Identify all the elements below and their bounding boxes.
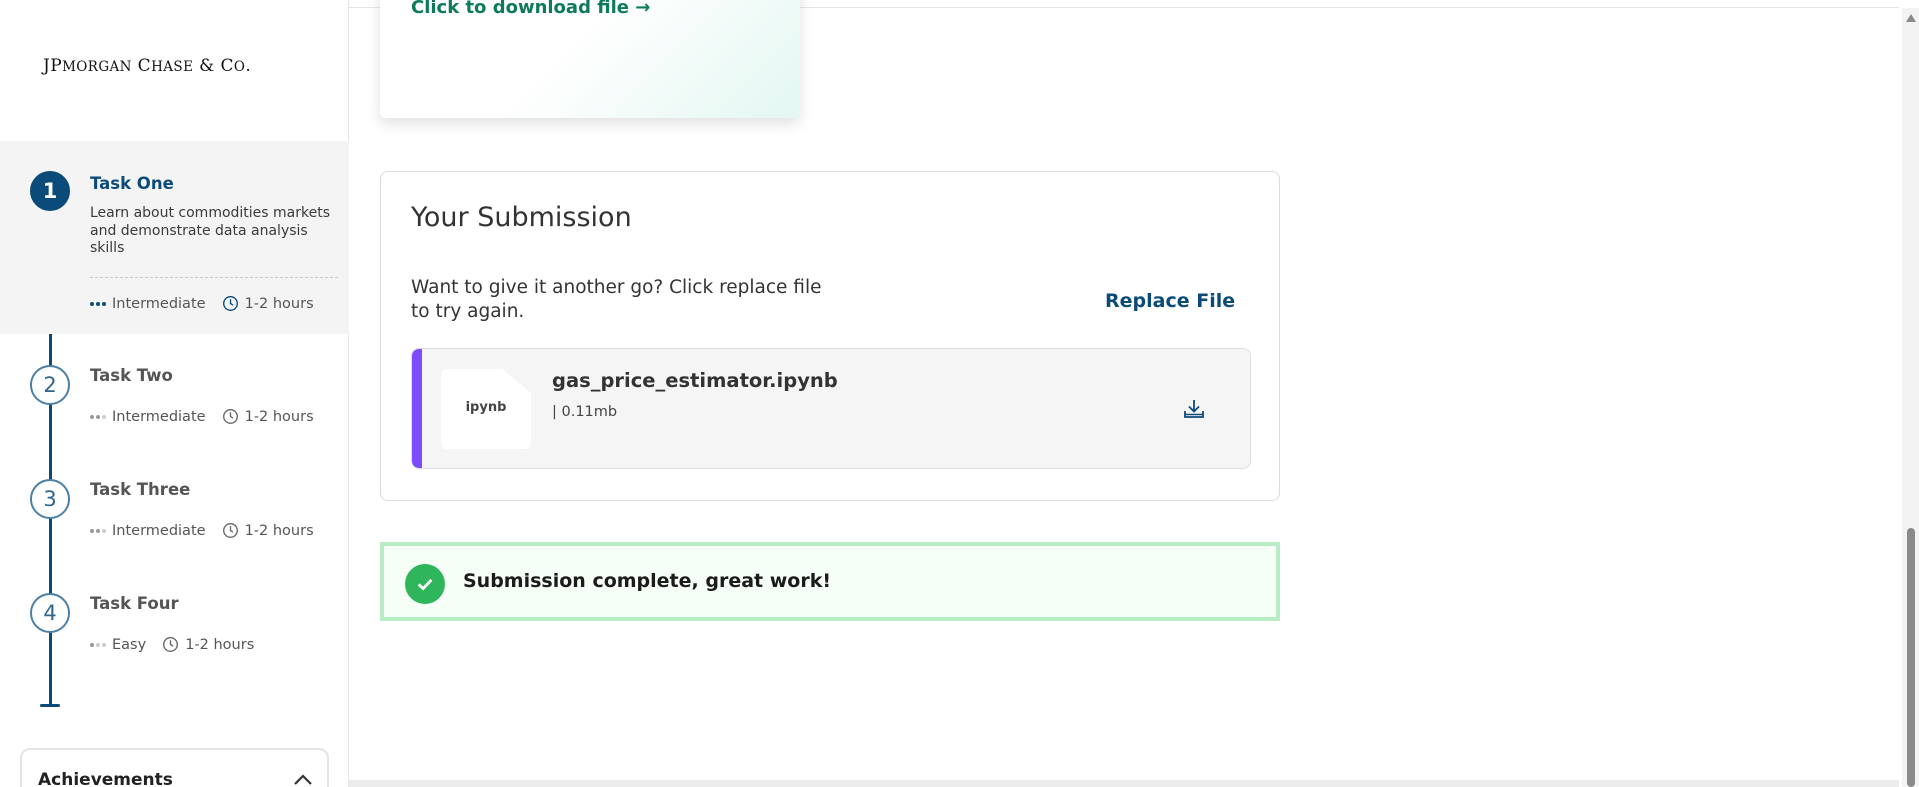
task-level: Intermediate [112,295,206,312]
sidebar: JPMORGAN CHASE & CO. 1 Task One Learn ab… [0,0,349,787]
difficulty-dots-icon [90,414,106,419]
task-description: Learn about commodities markets and demo… [90,205,331,256]
task-level: Intermediate [112,522,206,539]
task-title[interactable]: Task One [90,174,174,193]
scroll-up-arrow-icon[interactable] [1906,14,1916,22]
task-number-badge: 3 [30,479,70,519]
achievements-label: Achievements [38,770,173,787]
submission-prompt: Want to give it another go? Click replac… [411,277,822,322]
sidebar-task-two[interactable]: 2 Task Two Intermediate 1-2 hours [0,350,349,450]
task-meta: Intermediate 1-2 hours [90,295,314,312]
submission-card: Your Submission Want to give it another … [380,171,1280,501]
task-meta: Intermediate 1-2 hours [90,408,314,425]
clock-icon [222,409,238,424]
task-title[interactable]: Task Three [90,480,190,499]
submission-title: Your Submission [411,202,632,233]
company-logo[interactable]: JPMORGAN CHASE & CO. [43,56,251,76]
chevron-up-icon[interactable] [293,772,313,786]
task-duration: 1-2 hours [185,636,255,653]
clock-icon [163,637,179,652]
file-accent-bar [412,349,422,468]
achievements-panel[interactable]: Achievements [20,748,329,787]
task-number-badge: 1 [30,171,70,211]
clock-icon [222,523,238,538]
file-extension: ipynb [465,400,507,415]
file-size: | 0.11mb [552,404,618,420]
download-file-link[interactable]: Click to download file → [411,0,650,18]
sidebar-task-three[interactable]: 3 Task Three Intermediate 1-2 hours [0,464,349,564]
sidebar-task-one[interactable]: 1 Task One Learn about commodities marke… [0,141,349,334]
task-level: Easy [112,636,147,653]
success-message: Submission complete, great work! [463,570,832,592]
difficulty-dots-icon [90,642,106,647]
task-divider [90,277,338,278]
file-icon: ipynb [441,369,531,449]
task-title[interactable]: Task Two [90,366,173,385]
sidebar-task-four[interactable]: 4 Task Four Easy 1-2 hours [0,578,349,678]
task-duration: 1-2 hours [244,408,314,425]
task-number-badge: 2 [30,365,70,405]
page-scrollbar[interactable] [1902,8,1919,787]
task-level: Intermediate [112,408,206,425]
difficulty-dots-icon [90,301,106,306]
bottom-divider [349,780,1899,787]
scrollbar-thumb[interactable] [1907,528,1915,787]
difficulty-dots-icon [90,528,106,533]
clock-icon [222,296,238,311]
task-title[interactable]: Task Four [90,594,179,613]
task-duration: 1-2 hours [244,522,314,539]
submitted-file: ipynb gas_price_estimator.ipynb | 0.11mb [411,348,1251,469]
task-number-badge: 4 [30,593,70,633]
timeline-end [40,704,60,707]
file-name: gas_price_estimator.ipynb [552,369,838,392]
task-meta: Intermediate 1-2 hours [90,522,314,539]
task-duration: 1-2 hours [244,295,314,312]
task-meta: Easy 1-2 hours [90,636,254,653]
download-card: Click to download file → [380,0,800,118]
replace-file-button[interactable]: Replace File [1105,290,1235,312]
success-banner: Submission complete, great work! [380,542,1280,621]
check-icon [405,564,445,604]
download-icon[interactable] [1182,397,1206,421]
